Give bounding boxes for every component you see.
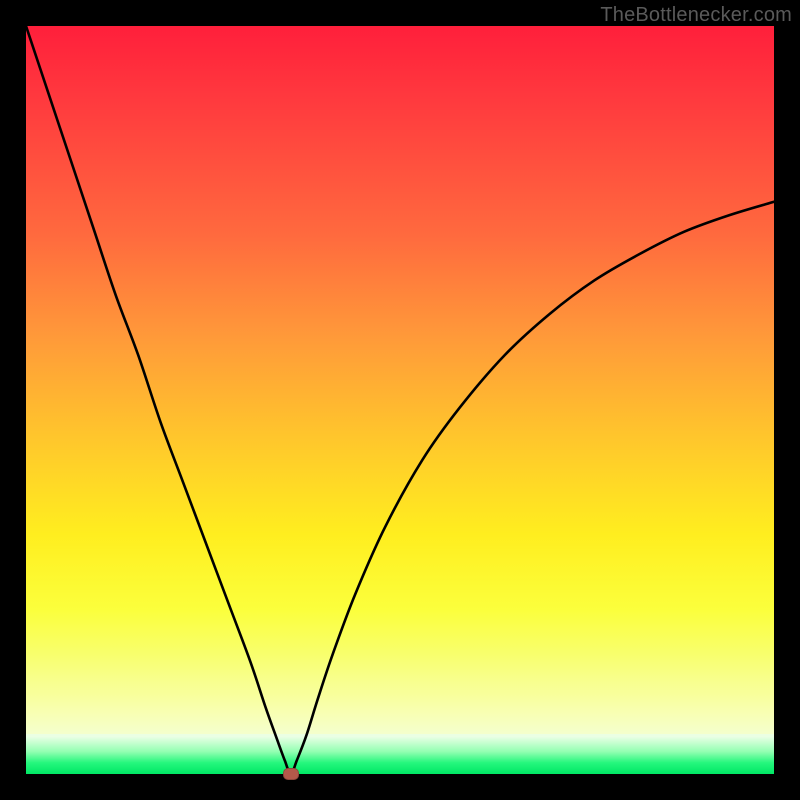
curve-svg: [26, 26, 774, 774]
bottleneck-curve: [26, 26, 774, 774]
watermark-text: TheBottlenecker.com: [600, 4, 792, 27]
optimum-marker: [283, 768, 299, 780]
chart-frame: TheBottlenecker.com: [0, 0, 800, 800]
plot-area: [26, 26, 774, 774]
highlight-band: [26, 654, 774, 734]
